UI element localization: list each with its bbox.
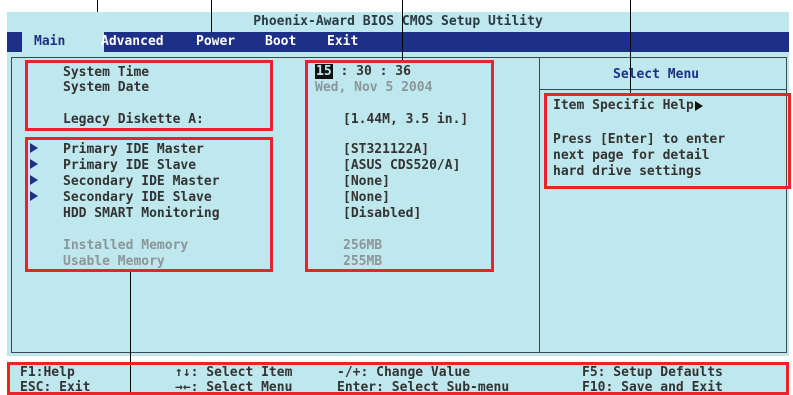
secondary-ide-master-value: [None] [343, 174, 390, 189]
annotation-leader-menubar [97, 0, 98, 12]
help-divider [539, 57, 540, 353]
f5-defaults-hint: F5: Setup Defaults [582, 365, 723, 380]
item-specific-help-text: Item Specific Help [553, 98, 694, 113]
submenu-arrow-icon [30, 159, 38, 169]
primary-ide-master-item[interactable]: Primary IDE Master [63, 142, 204, 158]
tab-main[interactable]: Main [22, 32, 104, 52]
menu-bar: Main Advanced Power Boot Exit [7, 32, 789, 52]
system-date-label: System Date [63, 80, 150, 95]
tab-power[interactable]: Power [196, 32, 235, 52]
annotation-leader-items [130, 271, 131, 395]
help-header: Select Menu [613, 67, 700, 82]
secondary-ide-slave-value: [None] [343, 190, 390, 205]
secondary-ide-slave-item[interactable]: Secondary IDE Slave [63, 190, 212, 206]
system-time-hour[interactable]: 15 [315, 64, 333, 79]
tab-boot[interactable]: Boot [265, 32, 296, 52]
help-line-3: hard drive settings [553, 164, 702, 179]
esc-exit: ESC: Exit [20, 380, 91, 395]
submenu-arrow-icon [30, 143, 38, 153]
tab-advanced[interactable]: Advanced [101, 32, 164, 52]
f1-help: F1:Help [20, 365, 75, 380]
help-header-divider [539, 89, 787, 90]
usable-memory-label: Usable Memory [63, 254, 165, 269]
enter-hint: Enter: Select Sub-menu [337, 380, 510, 395]
hdd-smart-monitoring-item[interactable]: HDD SMART Monitoring [63, 206, 220, 222]
legacy-diskette-value[interactable]: [1.44M, 3.5 in.] [343, 112, 468, 128]
usable-memory-value: 255MB [343, 254, 383, 269]
select-item-hint: ↑↓: Select Item [175, 365, 293, 380]
system-time-label: System Time [63, 65, 150, 80]
bios-title: Phoenix-Award BIOS CMOS Setup Utility [7, 12, 789, 32]
annotation-leader-tabs [211, 0, 212, 32]
submenu-arrow-icon [30, 175, 38, 185]
submenu-arrow-icon [30, 191, 38, 201]
annotation-leader-help [630, 0, 631, 96]
f10-save-hint: F10: Save and Exit [582, 380, 723, 395]
hdd-smart-monitoring-value[interactable]: [Disabled] [343, 206, 421, 222]
annotation-leader-values [402, 0, 403, 60]
select-menu-hint: →←: Select Menu [175, 380, 293, 395]
installed-memory-label: Installed Memory [63, 238, 189, 253]
primary-ide-master-value: [ST321122A] [343, 142, 430, 157]
legacy-diskette-label: Legacy Diskette A: [63, 112, 204, 127]
tab-exit[interactable]: Exit [327, 32, 358, 52]
primary-ide-slave-item[interactable]: Primary IDE Slave [63, 158, 196, 174]
help-line-1: Press [Enter] to enter [553, 132, 726, 147]
system-time-rest: : 30 : 36 [332, 64, 411, 79]
item-specific-help-label: Item Specific Help [553, 98, 703, 114]
system-time-value[interactable]: 15 : 30 : 36 [315, 64, 411, 80]
change-value-hint: -/+: Change Value [337, 365, 471, 380]
right-arrow-icon [694, 100, 703, 111]
installed-memory-value: 256MB [343, 238, 383, 253]
primary-ide-slave-value: [ASUS CDS520/A] [343, 158, 461, 173]
secondary-ide-master-item[interactable]: Secondary IDE Master [63, 174, 220, 190]
system-date-value[interactable]: Wed, Nov 5 2004 [315, 80, 432, 96]
help-line-2: next page for detail [553, 148, 710, 163]
